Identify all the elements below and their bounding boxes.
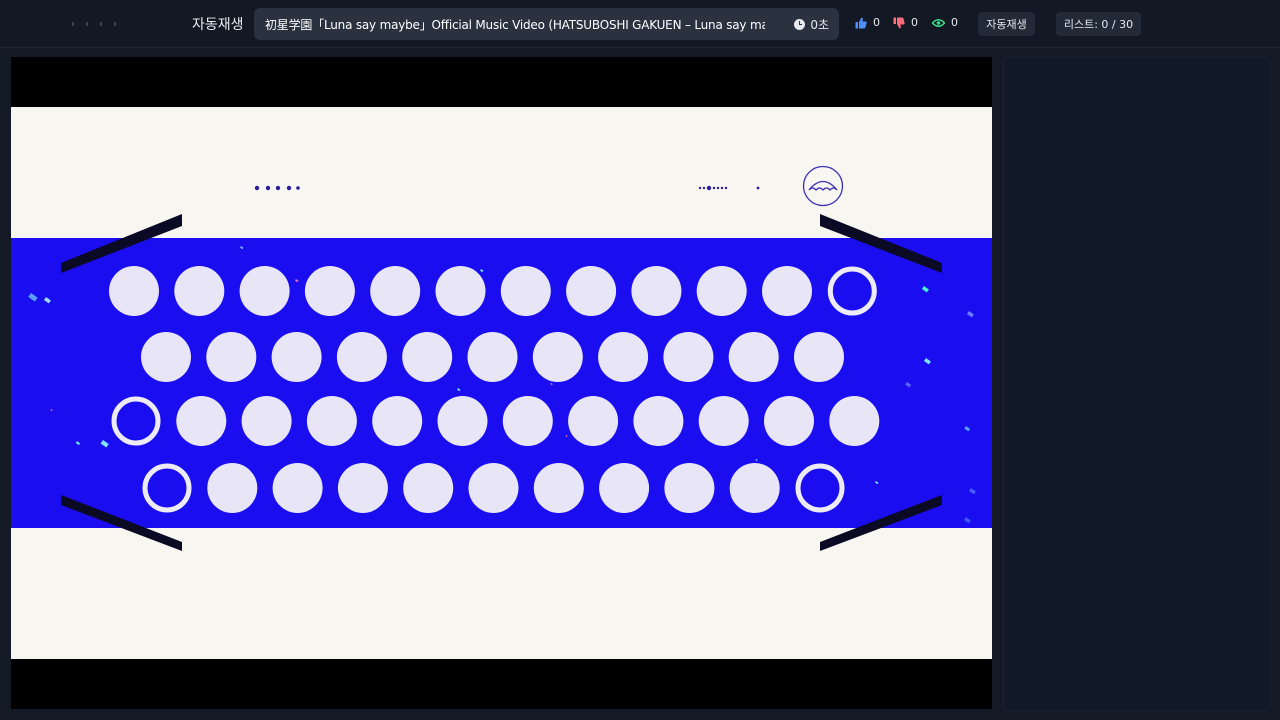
filled-circle <box>631 266 682 316</box>
filled-circle <box>829 396 880 446</box>
filled-circle <box>207 463 258 513</box>
clock-icon <box>794 19 806 30</box>
filled-circle <box>764 396 814 446</box>
filled-circle <box>336 332 387 382</box>
filled-circle <box>176 396 227 446</box>
dislike-count: 0 <box>911 16 918 29</box>
autoplay-heading: 자동재생 <box>192 17 244 33</box>
filled-circle <box>370 266 421 316</box>
filled-circle <box>239 266 290 316</box>
cream-top <box>11 107 992 238</box>
filled-circle <box>435 266 486 316</box>
filled-circle <box>403 463 454 513</box>
filled-circle <box>598 332 649 382</box>
timer-value: 0초 <box>810 18 829 32</box>
filled-circle <box>728 332 779 382</box>
filled-circle <box>271 332 322 382</box>
filled-circle <box>272 463 323 513</box>
filled-circle <box>467 332 518 382</box>
like-button[interactable]: 0 <box>855 16 880 29</box>
filled-circle <box>696 266 747 316</box>
filled-circle <box>568 396 619 446</box>
side-panel <box>1003 57 1271 711</box>
filled-circle <box>437 396 488 446</box>
video-player[interactable] <box>11 57 992 709</box>
filled-circle <box>762 266 812 316</box>
view-count: 0 <box>951 16 958 29</box>
filled-circle <box>206 332 257 382</box>
filled-circle <box>337 463 388 513</box>
view-stat: 0 <box>932 16 958 29</box>
like-count: 0 <box>873 16 880 29</box>
filled-circle <box>402 332 453 382</box>
filled-circle <box>566 266 617 316</box>
playlist-counter[interactable]: 리스트: 0 / 30 <box>1056 12 1141 36</box>
eye-icon <box>932 18 945 27</box>
filled-circle <box>174 266 225 316</box>
filled-circle <box>468 463 519 513</box>
filled-circle <box>372 396 423 446</box>
timer: 0초 <box>794 16 829 33</box>
filled-circle <box>502 396 553 446</box>
filled-circle <box>633 396 684 446</box>
video-title-pill: 初星学園「Luna say maybe」Official Music Video… <box>254 8 839 40</box>
filled-circle <box>241 396 292 446</box>
logo-icon[interactable] <box>72 22 116 26</box>
top-bar: 자동재생 初星学園「Luna say maybe」Official Music … <box>0 0 1280 48</box>
filled-circle <box>533 463 584 513</box>
filled-circle <box>532 332 583 382</box>
video-frame <box>11 57 992 709</box>
cream-bottom <box>11 528 992 659</box>
letterbox-top <box>11 57 992 107</box>
filled-circle <box>141 332 191 382</box>
filled-circle <box>698 396 749 446</box>
video-title: 初星学園「Luna say maybe」Official Music Video… <box>265 18 765 32</box>
thumbs-down-icon <box>893 17 905 28</box>
filled-circle <box>306 396 357 446</box>
filled-circle <box>794 332 844 382</box>
dislike-button[interactable]: 0 <box>893 16 918 29</box>
letterbox-bottom <box>11 659 992 709</box>
filled-circle <box>664 463 715 513</box>
autoplay-button[interactable]: 자동재생 <box>978 12 1035 36</box>
filled-circle <box>663 332 714 382</box>
filled-circle <box>599 463 650 513</box>
filled-circle <box>109 266 159 316</box>
thumbs-up-icon <box>855 17 867 28</box>
filled-circle <box>304 266 355 316</box>
filled-circle <box>500 266 551 316</box>
filled-circle <box>729 463 780 513</box>
